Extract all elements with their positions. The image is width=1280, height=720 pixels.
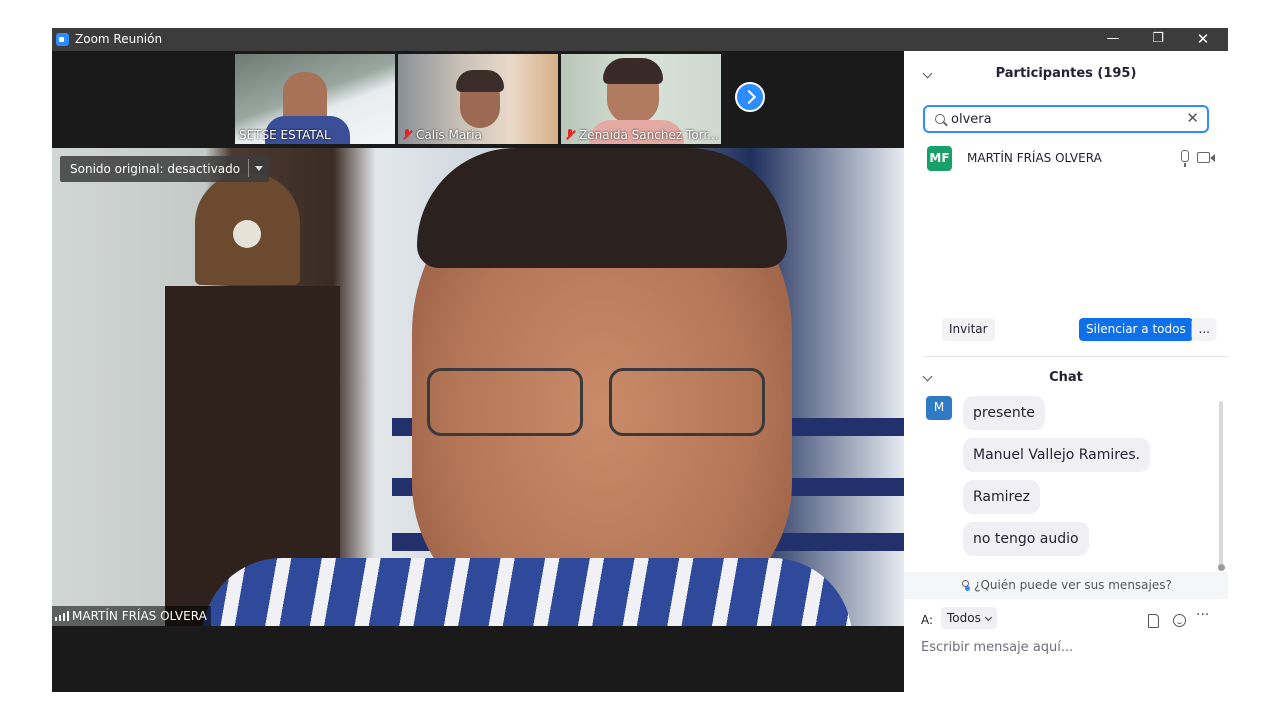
avatar: M [926, 396, 952, 420]
video-thumbnail[interactable]: Calis Maria [398, 54, 558, 144]
original-sound-toggle[interactable]: Sonido original: desactivado [60, 156, 270, 182]
emoji-icon[interactable] [1173, 614, 1186, 627]
thumbnail-name: Zenaida Sanchez Torr... [579, 128, 719, 142]
signal-strength-icon [55, 611, 69, 621]
chat-message: Manuel Vallejo Ramires. [963, 438, 1151, 472]
search-icon [935, 114, 945, 124]
main-video: Sonido original: desactivado MARTÍN FRÍA… [52, 148, 904, 626]
participant-search[interactable]: ✕ [923, 105, 1209, 133]
muted-microphone-icon [565, 129, 576, 140]
mute-all-button[interactable]: Silenciar a todos [1079, 318, 1193, 341]
thumbnail-name: Calis Maria [416, 128, 482, 142]
video-camera-icon[interactable] [1197, 152, 1215, 163]
who-can-see-link[interactable]: ¿Quién puede ver sus mensajes? [904, 572, 1228, 599]
more-options-button[interactable]: ... [1191, 318, 1217, 341]
scroll-thumb[interactable] [1218, 564, 1225, 571]
microphone-icon[interactable] [1181, 150, 1189, 167]
file-icon[interactable] [1148, 614, 1159, 628]
chat-scrollbar[interactable] [1219, 401, 1223, 567]
title-bar: Zoom Reunión — ❐ ✕ [52, 28, 1228, 51]
chat-message-input[interactable] [921, 637, 1211, 657]
side-panel: Participantes (195) ✕ MF MARTÍN FRÍAS OL… [904, 51, 1228, 692]
avatar: MF [927, 146, 952, 171]
zoom-window: Zoom Reunión — ❐ ✕ SETSE ESTATAL Calis M… [52, 28, 1228, 692]
panel-divider [923, 356, 1228, 357]
speaker-name: MARTÍN FRÍAS OLVERA [72, 609, 207, 623]
chevron-right-icon[interactable] [735, 82, 765, 112]
video-area: SETSE ESTATAL Calis Maria Zenaida Sanche… [52, 51, 904, 692]
recipient-value: Todos [947, 611, 981, 625]
chat-message: no tengo audio [963, 522, 1089, 556]
chat-message: Ramirez [963, 480, 1040, 514]
search-input[interactable] [951, 110, 1171, 128]
speaker-name-badge: MARTÍN FRÍAS OLVERA [52, 606, 211, 626]
window-title: Zoom Reunión [75, 32, 163, 46]
video-thumbnail[interactable]: SETSE ESTATAL [235, 54, 395, 144]
maximize-button[interactable]: ❐ [1135, 28, 1181, 51]
chevron-down-icon [984, 613, 992, 622]
recipient-label: A: [921, 613, 934, 627]
chat-title: Chat [1049, 370, 1083, 385]
invite-button[interactable]: Invitar [942, 318, 995, 341]
close-button[interactable]: ✕ [1180, 28, 1226, 51]
video-thumbnail[interactable]: Zenaida Sanchez Torr... [561, 54, 721, 144]
who-can-see-text: ¿Quién puede ver sus mensajes? [974, 578, 1172, 592]
participants-title: Participantes (195) [995, 66, 1137, 81]
person-visibility-icon [960, 580, 971, 591]
original-sound-label: Sonido original: desactivado [70, 162, 241, 176]
minimize-button[interactable]: — [1090, 28, 1136, 51]
chevron-down-icon[interactable] [255, 166, 264, 171]
recipient-select[interactable]: Todos [941, 607, 997, 629]
chat-message: presente [963, 396, 1045, 430]
clear-search-icon[interactable]: ✕ [1186, 109, 1199, 127]
muted-microphone-icon [402, 129, 413, 140]
zoom-app-icon [56, 33, 69, 46]
participant-row[interactable]: MF MARTÍN FRÍAS OLVERA [927, 146, 1217, 172]
thumbnail-name: SETSE ESTATAL [239, 128, 331, 142]
more-icon[interactable]: ··· [1196, 607, 1209, 623]
participant-name: MARTÍN FRÍAS OLVERA [967, 151, 1102, 165]
